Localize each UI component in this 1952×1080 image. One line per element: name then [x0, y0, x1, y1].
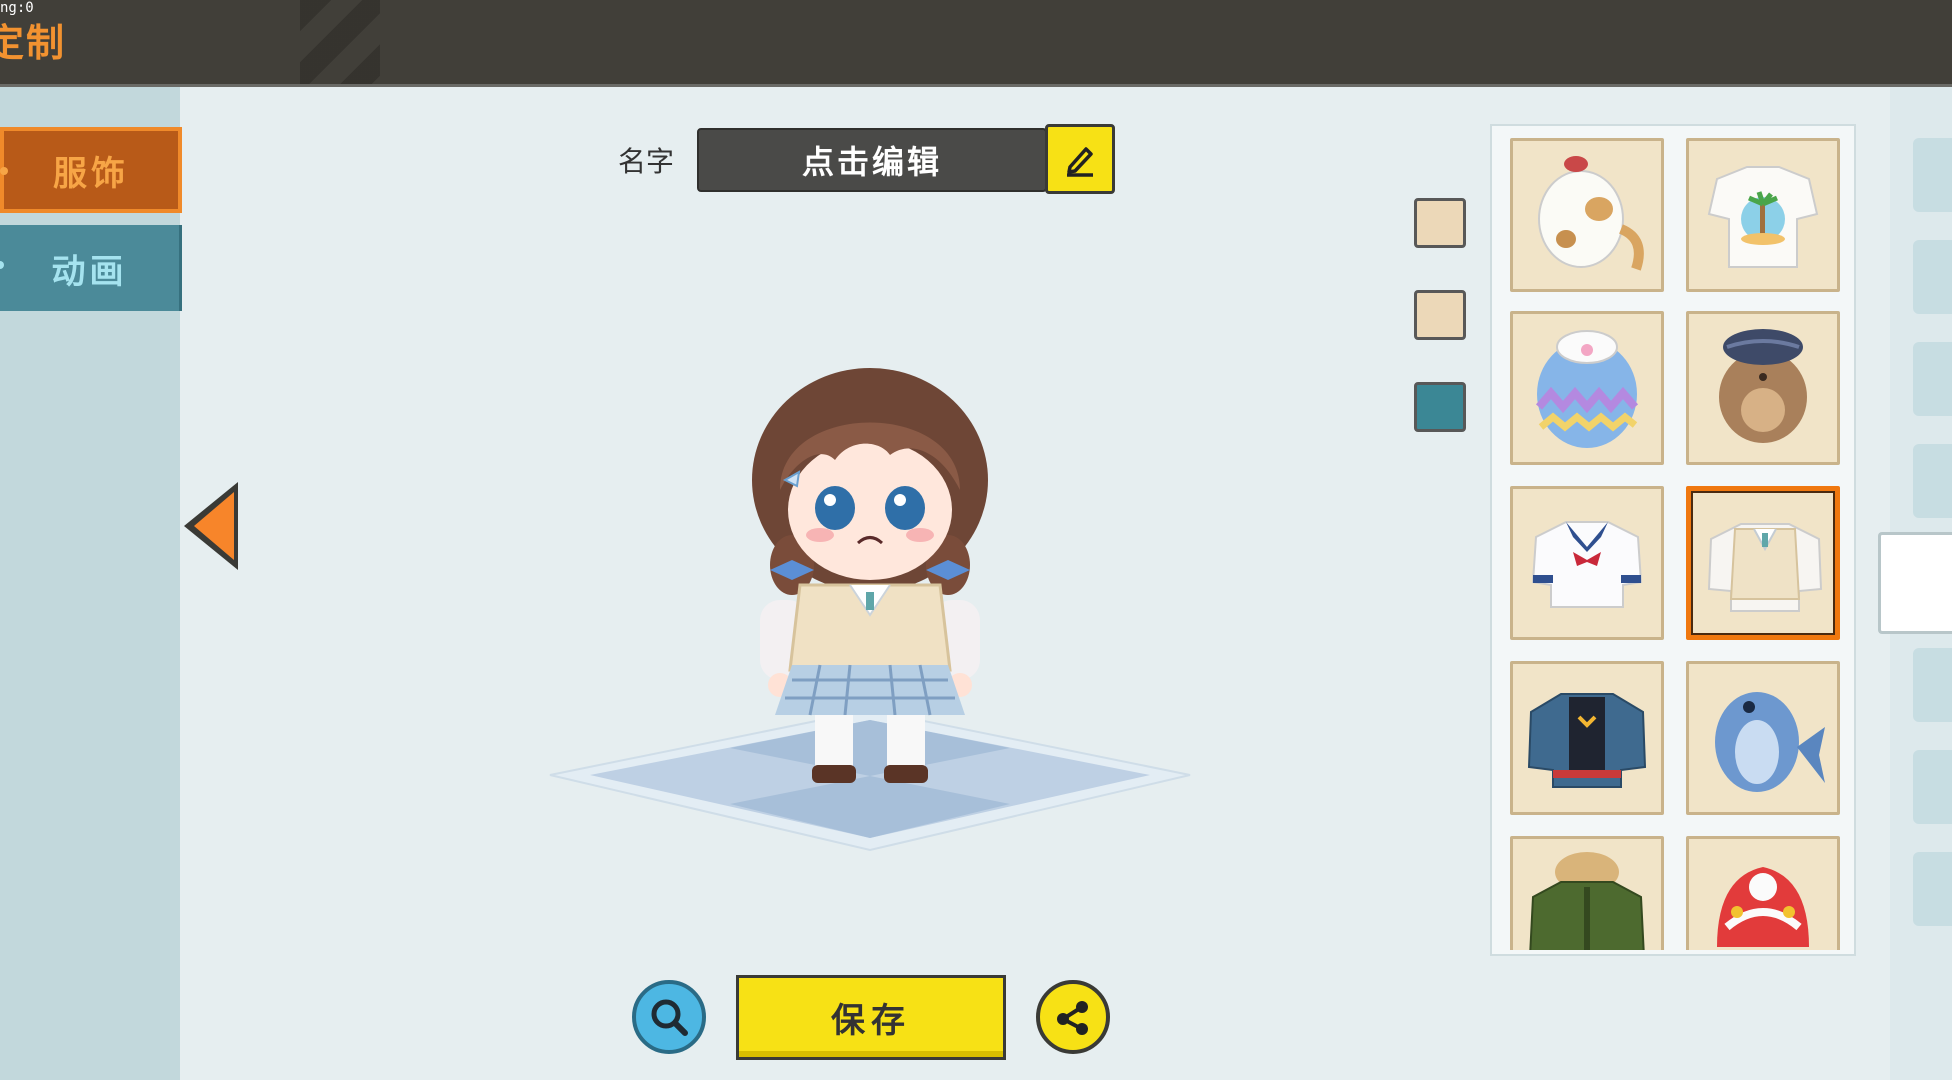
item-egg-costume[interactable]: [1510, 311, 1664, 465]
tab-animation[interactable]: 动画: [0, 225, 182, 311]
pencil-icon: [1067, 147, 1093, 177]
tab-bullet-icon: [0, 167, 8, 175]
share-icon: [1057, 1001, 1088, 1035]
palm-tshirt-icon: [1707, 166, 1819, 268]
item-bear-costume[interactable]: [1686, 311, 1840, 465]
egg-costume-icon: [1535, 330, 1639, 448]
tab-animation-label: 动画: [51, 251, 128, 292]
right-category-tab-6[interactable]: [1913, 750, 1952, 824]
right-category-tab-selected[interactable]: [1878, 532, 1952, 634]
item-fish-costume[interactable]: [1686, 661, 1840, 815]
item-sailor-shirt[interactable]: [1510, 486, 1664, 640]
character-avatar[interactable]: [740, 360, 1000, 790]
item-green-parka[interactable]: [1510, 836, 1664, 950]
right-category-tab-2[interactable]: [1913, 240, 1952, 314]
right-category-tab-7[interactable]: [1913, 852, 1952, 926]
item-denim-jacket[interactable]: [1510, 661, 1664, 815]
name-label: 名字: [618, 145, 675, 178]
item-lion-dance-costume[interactable]: 160: [1686, 836, 1840, 950]
zoom-button[interactable]: [632, 980, 706, 1054]
item-palm-tshirt[interactable]: [1686, 138, 1840, 292]
right-category-tab-4[interactable]: [1913, 444, 1952, 518]
sweater-vest-icon: [1707, 523, 1823, 612]
top-bar: ng:0 定制: [0, 0, 1952, 87]
header-stripe-decoration: [300, 0, 380, 84]
color-swatch-skin-1[interactable]: [1414, 198, 1466, 248]
lion-dance-costume-icon: [1717, 867, 1809, 947]
page-title: 定制: [0, 21, 67, 65]
denim-jacket-icon: [1527, 693, 1647, 788]
name-input[interactable]: 点击编辑: [697, 128, 1047, 192]
save-button-label: 保存: [831, 1001, 911, 1041]
item-cat-costume[interactable]: [1510, 138, 1664, 292]
item-sweater-vest[interactable]: [1686, 486, 1840, 640]
right-category-tab-5[interactable]: [1913, 648, 1952, 722]
color-swatch-teal[interactable]: [1414, 382, 1466, 432]
fish-costume-icon: [1715, 692, 1825, 792]
right-category-tab-1[interactable]: [1913, 138, 1952, 212]
bear-costume-icon: [1719, 329, 1807, 443]
right-category-tab-3[interactable]: [1913, 342, 1952, 416]
save-button[interactable]: 保存: [736, 975, 1006, 1060]
item-grid-panel: 160: [1490, 124, 1856, 956]
tab-costume-label: 服饰: [53, 153, 129, 194]
cat-costume-icon: [1538, 156, 1644, 271]
tab-bullet-icon: [0, 261, 4, 269]
color-swatch-skin-2[interactable]: [1414, 290, 1466, 340]
previous-arrow-icon[interactable]: [180, 478, 242, 574]
tab-costume[interactable]: 服饰: [0, 127, 182, 213]
share-button[interactable]: [1036, 980, 1110, 1054]
green-parka-icon: [1529, 852, 1645, 950]
item-grid[interactable]: 160: [1510, 136, 1840, 950]
edit-name-button[interactable]: [1045, 124, 1115, 194]
sailor-shirt-icon: [1531, 521, 1643, 608]
name-input-value: 点击编辑: [801, 143, 942, 181]
magnifier-icon: [651, 999, 688, 1036]
